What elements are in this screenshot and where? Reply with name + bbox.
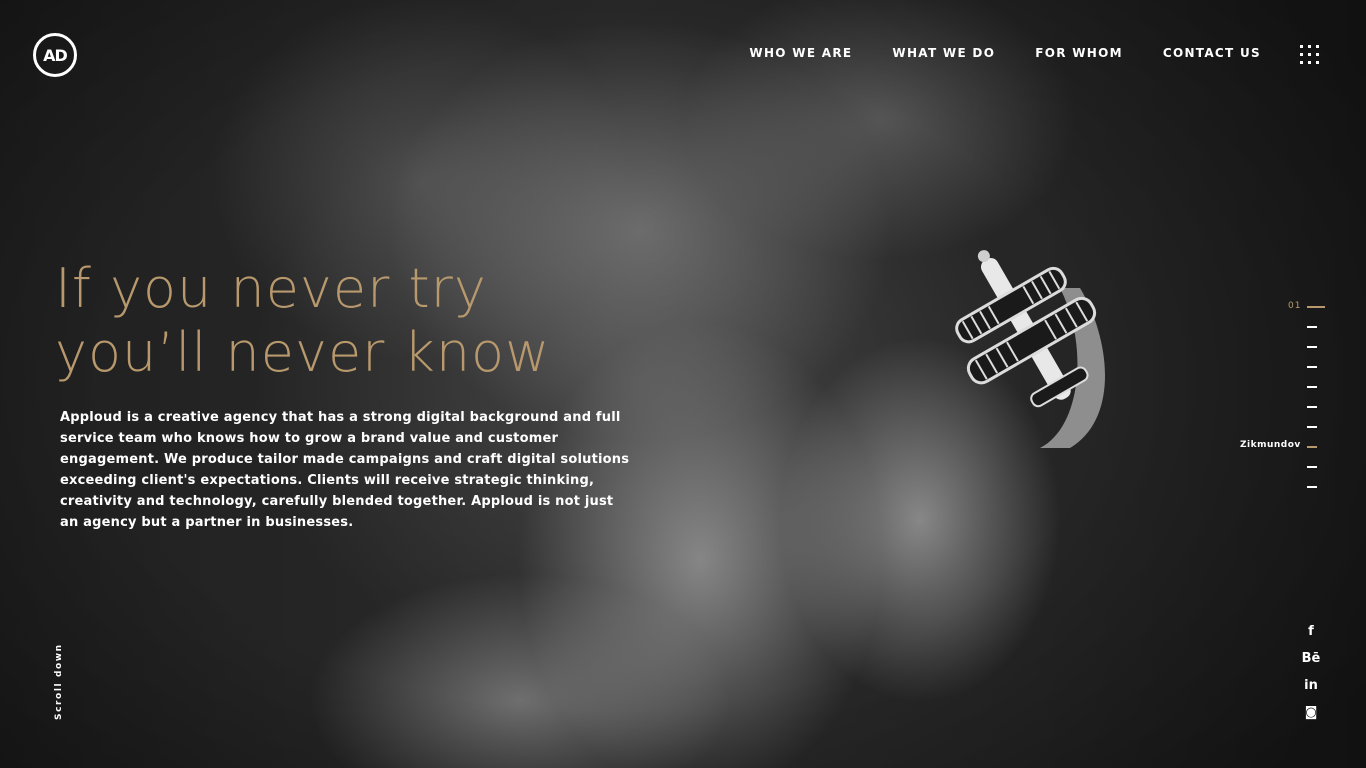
logo-text: AD (43, 45, 68, 65)
hero-intro-text: Apploud is a creative agency that has a … (60, 410, 630, 530)
nav-item-what-we-do[interactable]: WHAT WE DO (892, 46, 995, 60)
slide-indicator-5[interactable] (1307, 386, 1317, 388)
scroll-down-link[interactable]: Scroll down (54, 643, 64, 720)
biplane-image (955, 250, 1105, 448)
slide-indicator-8[interactable] (1307, 446, 1317, 448)
slide-indicator-9[interactable] (1307, 466, 1317, 468)
linkedin-icon[interactable]: in (1300, 672, 1322, 699)
nav-item-for-whom[interactable]: FOR WHOM (1035, 46, 1123, 60)
main-navigation: WHO WE ARE WHAT WE DO FOR WHOM CONTACT U… (749, 46, 1261, 60)
slide-indicator-6[interactable] (1307, 406, 1317, 408)
headline-line-1: If you never try (55, 257, 487, 320)
grid-menu-icon[interactable] (1300, 45, 1319, 64)
facebook-icon[interactable]: f (1300, 618, 1322, 645)
hero-headline: If you never try you’ll never know (55, 257, 550, 385)
slide-indicator-3[interactable] (1307, 346, 1317, 348)
headline-line-2: you’ll never know (55, 321, 551, 384)
slide-indicator-10[interactable] (1307, 486, 1317, 488)
slide-navigation: 01 Zikmundov (1200, 296, 1330, 496)
slide-indicator-7[interactable] (1307, 426, 1317, 428)
slide-current-number: 01 (1288, 301, 1302, 311)
nav-item-who-we-are[interactable]: WHO WE ARE (749, 46, 852, 60)
brand-logo[interactable]: AD (33, 33, 77, 77)
instagram-icon[interactable]: ◙ (1300, 699, 1322, 726)
behance-icon[interactable]: Bē (1300, 645, 1322, 672)
slide-indicator-1[interactable] (1307, 306, 1325, 308)
slide-indicator-2[interactable] (1307, 326, 1317, 328)
nav-item-contact-us[interactable]: CONTACT US (1163, 46, 1261, 60)
slide-indicator-4[interactable] (1307, 366, 1317, 368)
social-links: f Bē in ◙ (1300, 618, 1322, 726)
slide-hover-label: Zikmundov (1240, 440, 1301, 450)
